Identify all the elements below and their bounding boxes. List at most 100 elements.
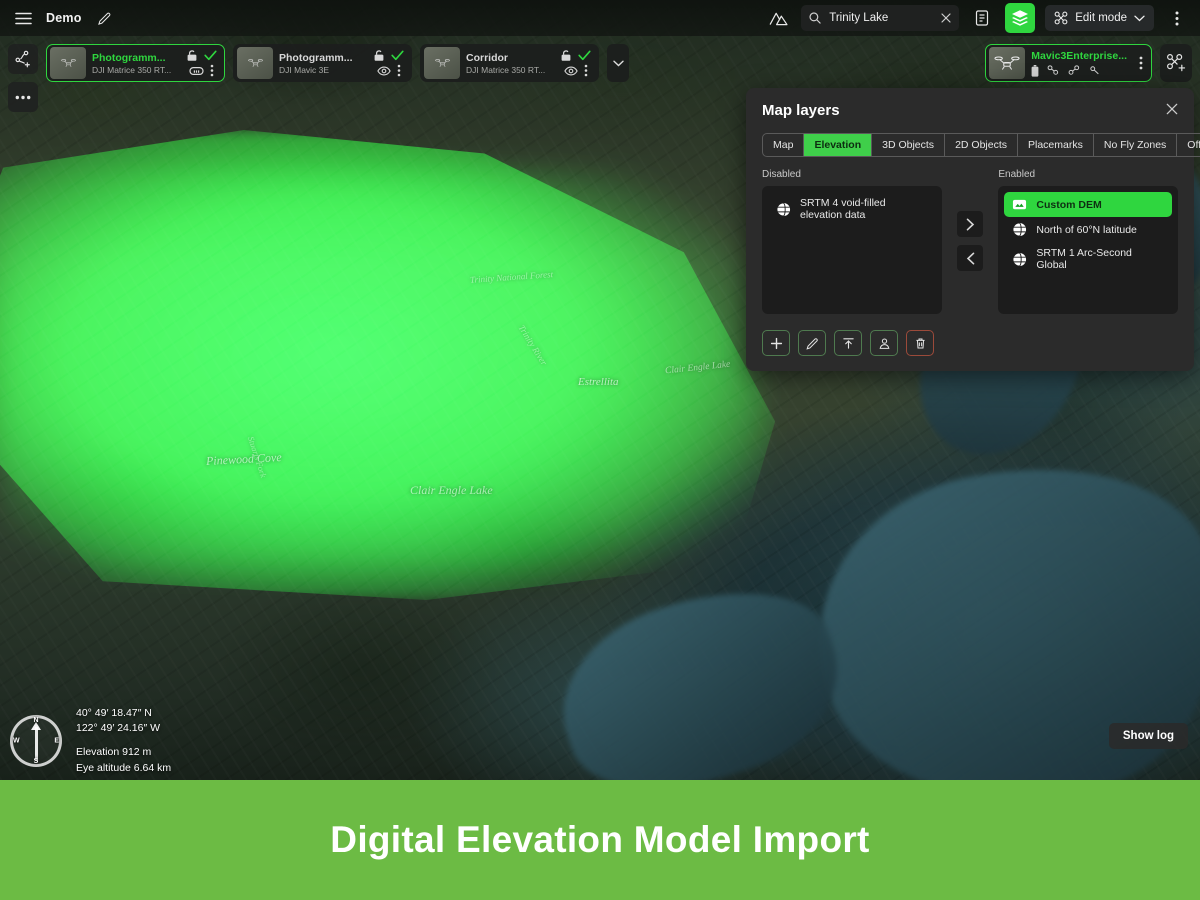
layer-item-label: North of 60°N latitude — [1036, 224, 1137, 236]
add-layer-button[interactable] — [762, 330, 790, 356]
layer-category-tabs: MapElevation3D Objects2D ObjectsPlacemar… — [762, 133, 1200, 157]
check-icon[interactable] — [204, 50, 217, 61]
mission-icon-cluster — [373, 49, 404, 77]
drone-edit-icon — [1054, 11, 1068, 25]
layer-list-item[interactable]: SRTM 4 void-filled elevation data — [768, 192, 936, 226]
mission-text-block: CorridorDJI Matrice 350 RT... — [466, 52, 554, 75]
disabled-layer-list[interactable]: SRTM 4 void-filled elevation data — [762, 186, 942, 314]
trash-icon — [913, 336, 928, 351]
mission-icon-row-top — [560, 49, 591, 62]
compass-label-west: W — [13, 737, 20, 744]
transfer-buttons — [942, 169, 999, 271]
pencil-icon[interactable] — [92, 5, 118, 31]
globe-icon — [776, 202, 791, 217]
search-icon — [809, 12, 821, 24]
tab-3d-objects[interactable]: 3D Objects — [872, 134, 945, 156]
layer-list-item[interactable]: SRTM 1 Arc-Second Global — [1004, 242, 1172, 276]
mission-card[interactable]: CorridorDJI Matrice 350 RT... — [420, 44, 599, 82]
latitude-value: 40° 49′ 18.47″ N — [76, 706, 171, 721]
unlock-icon[interactable] — [186, 49, 198, 62]
tab-elevation[interactable]: Elevation — [804, 134, 872, 156]
show-log-button[interactable]: Show log — [1109, 723, 1188, 749]
search-input-value[interactable]: Trinity Lake — [829, 12, 933, 24]
mission-cards-row: Photogramm...DJI Matrice 350 RT...Photog… — [8, 44, 629, 112]
mission-icon-row-bottom — [564, 64, 588, 77]
panel-title: Map layers — [762, 102, 840, 119]
tab-2d-objects[interactable]: 2D Objects — [945, 134, 1018, 156]
hamburger-menu-icon[interactable] — [10, 5, 36, 31]
drone-name-label: Mavic3Enterprise... — [1031, 50, 1127, 62]
tab-offline-maps[interactable]: Offline maps — [1177, 134, 1200, 156]
close-icon[interactable] — [941, 13, 951, 23]
mountain-icon[interactable] — [765, 5, 791, 31]
unlock-icon[interactable] — [560, 49, 572, 62]
layer-list-item[interactable]: North of 60°N latitude — [1004, 217, 1172, 242]
connected-drone-card[interactable]: Mavic3Enterprise... — [985, 44, 1152, 82]
layer-list-item[interactable]: Custom DEM — [1004, 192, 1172, 217]
search-input[interactable]: Trinity Lake — [801, 5, 959, 31]
edit-mode-selector[interactable]: Edit mode — [1045, 5, 1154, 31]
mission-icon-cluster — [560, 49, 591, 77]
drone-icon — [989, 47, 1025, 79]
mission-row-expand-button[interactable] — [607, 44, 629, 82]
loop-icon[interactable] — [189, 66, 204, 76]
mission-card[interactable]: Photogramm...DJI Matrice 350 RT... — [46, 44, 225, 82]
more-vertical-icon[interactable] — [1164, 5, 1190, 31]
mission-drone-model: DJI Matrice 350 RT... — [92, 65, 180, 75]
unlock-icon[interactable] — [373, 49, 385, 62]
compass-widget[interactable]: N S E W 40° 49′ 18.47″ N 122° 49′ 24.16″… — [10, 706, 171, 776]
disabled-layers-column: Disabled SRTM 4 void-filled elevation da… — [762, 169, 942, 314]
more-vertical-icon[interactable] — [210, 64, 214, 77]
ellipsis-icon[interactable] — [8, 82, 38, 112]
drone-plus-icon[interactable] — [1160, 44, 1192, 82]
disabled-column-label: Disabled — [762, 169, 942, 180]
more-vertical-icon[interactable] — [397, 64, 401, 77]
compass-icon[interactable]: N S E W — [10, 715, 62, 767]
close-icon[interactable] — [1166, 103, 1178, 118]
propeller-icon — [1047, 65, 1060, 76]
delete-layer-button[interactable] — [906, 330, 934, 356]
layer-transfer-columns: Disabled SRTM 4 void-filled elevation da… — [762, 169, 1178, 314]
longitude-value: 122° 49′ 24.16″ W — [76, 721, 171, 736]
more-vertical-icon[interactable] — [584, 64, 588, 77]
tab-no-fly-zones[interactable]: No Fly Zones — [1094, 134, 1177, 156]
eye-altitude-value: Eye altitude 6.64 km — [76, 761, 171, 776]
tab-placemarks[interactable]: Placemarks — [1018, 134, 1094, 156]
elevation-value: Elevation 912 m — [76, 745, 171, 760]
side-tool-strip — [8, 44, 38, 112]
propeller-icon — [1089, 65, 1102, 76]
check-icon[interactable] — [391, 50, 404, 61]
mission-icon-row-bottom — [189, 64, 214, 77]
route-plus-icon[interactable] — [8, 44, 38, 74]
drone-status-icons — [1031, 65, 1127, 77]
compass-label-south: S — [34, 758, 39, 765]
mission-icon-row-top — [186, 49, 217, 62]
layers-stack-icon[interactable] — [1005, 3, 1035, 33]
battery-icon — [1031, 65, 1039, 77]
mission-card[interactable]: Photogramm...DJI Mavic 3E — [233, 44, 412, 82]
coordinate-readout: 40° 49′ 18.47″ N 122° 49′ 24.16″ W Eleva… — [76, 706, 171, 776]
share-layer-button[interactable] — [870, 330, 898, 356]
eye-icon[interactable] — [564, 66, 578, 76]
eye-icon[interactable] — [377, 66, 391, 76]
chevron-down-icon — [1134, 15, 1145, 22]
mission-title: Corridor — [466, 52, 554, 64]
layer-item-label: Custom DEM — [1036, 199, 1101, 211]
application-window: Trinity National ForestTrinity RiverEstr… — [0, 0, 1200, 900]
upload-icon — [841, 336, 856, 351]
tab-map[interactable]: Map — [763, 134, 804, 156]
chevron-right-icon[interactable] — [957, 211, 983, 237]
enabled-layer-list[interactable]: Custom DEM North of 60°N latitude SRTM 1 A… — [998, 186, 1178, 314]
bottom-banner: Digital Elevation Model Import — [0, 780, 1200, 900]
pencil-icon — [805, 336, 820, 351]
more-vertical-icon[interactable] — [1139, 56, 1143, 70]
check-icon[interactable] — [578, 50, 591, 61]
propeller-icon — [1068, 65, 1081, 76]
mission-thumbnail — [237, 47, 273, 79]
edit-layer-button[interactable] — [798, 330, 826, 356]
import-layer-button[interactable] — [834, 330, 862, 356]
chevron-left-icon[interactable] — [957, 245, 983, 271]
layer-action-buttons — [762, 330, 1178, 356]
document-icon[interactable] — [969, 5, 995, 31]
person-upload-icon — [877, 336, 892, 351]
